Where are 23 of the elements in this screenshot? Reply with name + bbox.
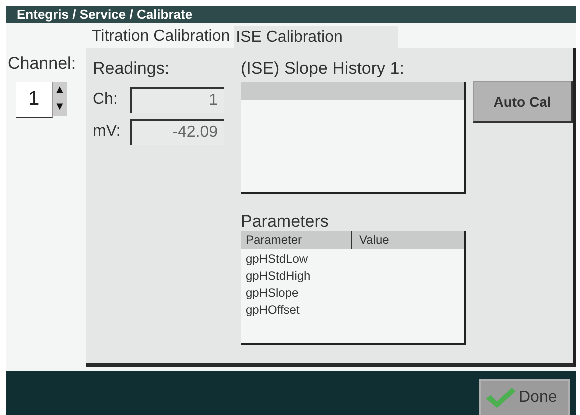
done-button[interactable]: Done [479, 379, 570, 415]
table-cell-text: gpHOffset [246, 302, 301, 319]
parameters-label: Parameters [241, 212, 330, 233]
auto-cal-button[interactable]: Auto Cal [473, 81, 573, 123]
column-header: Value [350, 231, 464, 249]
field-label: mV: [93, 123, 122, 141]
checkmark-icon [485, 387, 517, 409]
table-cell-text: gpHSlope [246, 285, 300, 302]
readings-label: Readings: [93, 59, 171, 80]
window-title: Entegris / Service / Calibrate [6, 6, 576, 23]
column-header: Parameter [245, 232, 304, 249]
field-label: Ch: [93, 91, 119, 109]
readout-field: 1 [130, 87, 224, 113]
tab[interactable]: ISE Calibration [234, 26, 398, 50]
channel-label: Channel: [7, 54, 78, 74]
table-cell-text: gpHStdHigh [246, 268, 312, 285]
channel-field[interactable]: 1 [16, 82, 53, 118]
down-button[interactable]: ▼ [53, 99, 67, 116]
slope-history-label: (ISE) Slope History 1: [241, 59, 406, 80]
readout-field: -42.09 [130, 119, 224, 145]
up-button[interactable]: ▲ [53, 82, 67, 99]
tab[interactable]: Titration Calibration [92, 26, 232, 48]
table-cell-text: gpHStdLow [246, 251, 310, 268]
